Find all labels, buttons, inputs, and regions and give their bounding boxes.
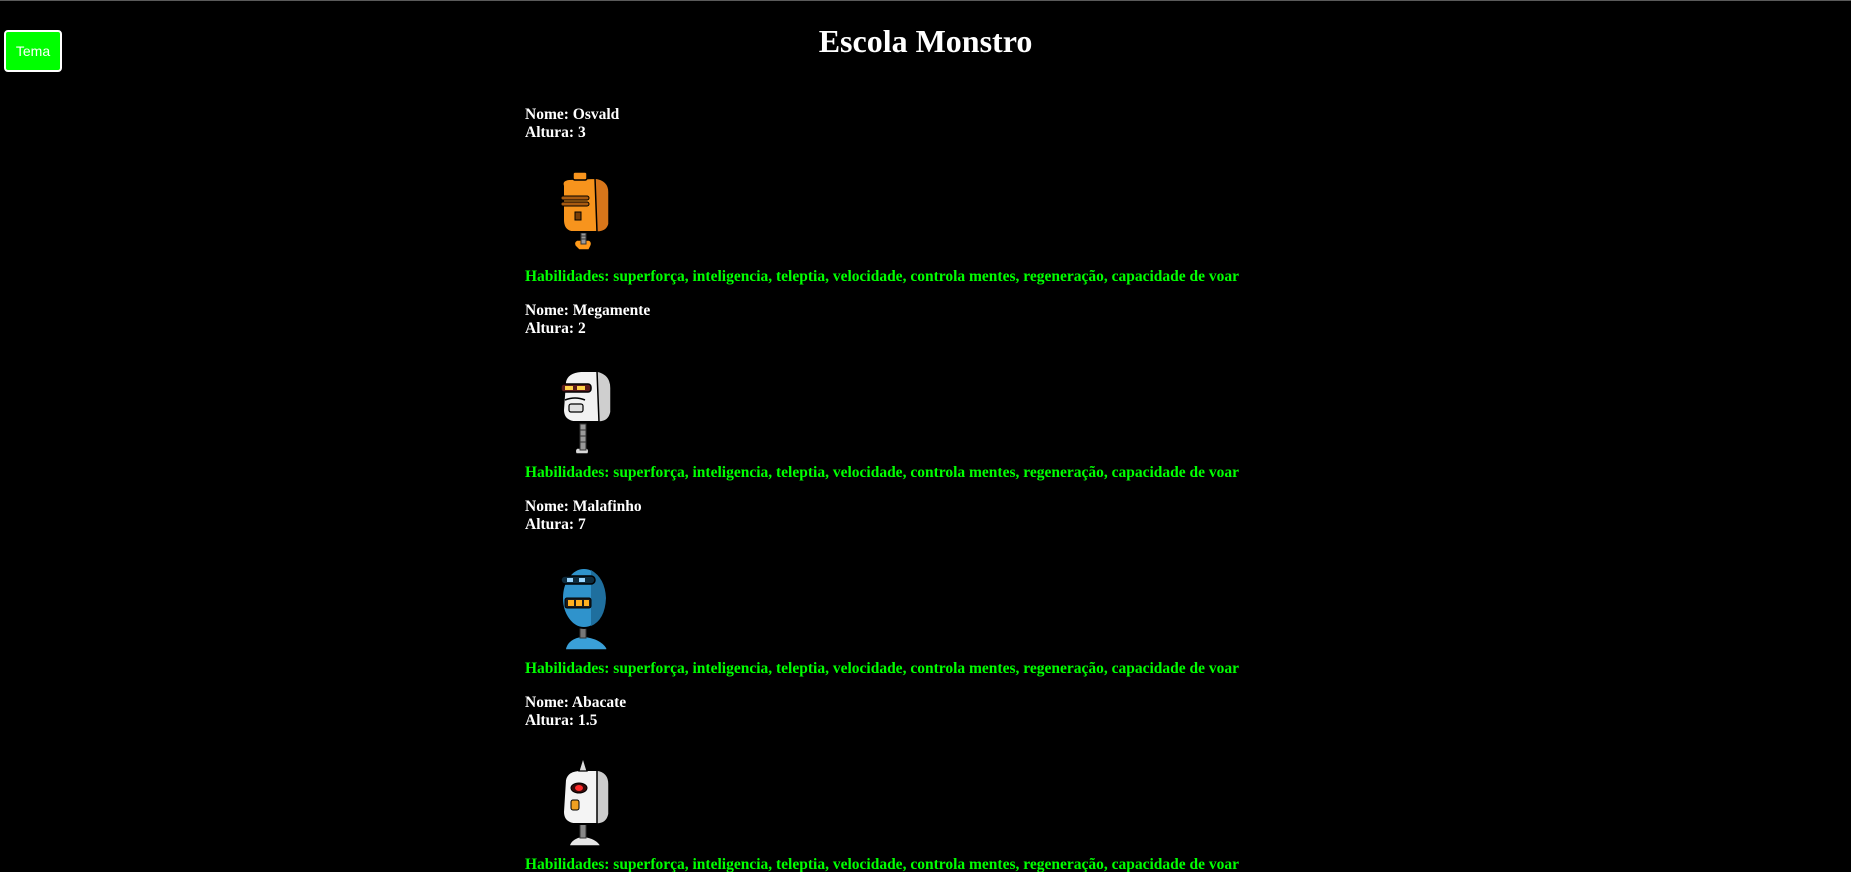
monster-name: Nome: Megamente xyxy=(525,302,651,319)
monster-height: Altura: 2 xyxy=(525,320,586,337)
monster-height: Altura: 1.5 xyxy=(525,712,598,729)
monster-card: Nome: Abacate Altura: 1.5 Habilidades: s… xyxy=(525,694,1425,872)
monster-card: Nome: Osvald Altura: 3 Habilidades: supe… xyxy=(525,106,1425,302)
white-robot-icon xyxy=(560,370,612,455)
monster-height: Altura: 3 xyxy=(525,124,586,141)
monster-list: Nome: Osvald Altura: 3 Habilidades: supe… xyxy=(525,106,1425,872)
monster-name: Nome: Malafinho xyxy=(525,498,642,515)
monster-abilities: Habilidades: superforça, inteligencia, t… xyxy=(525,660,1240,677)
monster-name: Nome: Osvald xyxy=(525,106,620,123)
orange-robot-icon xyxy=(560,171,610,251)
monster-abilities: Habilidades: superforça, inteligencia, t… xyxy=(525,268,1240,285)
horned-robot-icon xyxy=(561,758,610,847)
blue-robot-icon xyxy=(560,567,608,651)
monster-card: Nome: Malafinho Altura: 7 Habilidades: s… xyxy=(525,498,1425,694)
monster-card: Nome: Megamente Altura: 2 Habilidades: s… xyxy=(525,302,1425,498)
monster-name: Nome: Abacate xyxy=(525,694,627,711)
monster-abilities: Habilidades: superforça, inteligencia, t… xyxy=(525,856,1240,872)
monster-height: Altura: 7 xyxy=(525,516,586,533)
top-border xyxy=(0,0,1851,1)
monster-abilities: Habilidades: superforça, inteligencia, t… xyxy=(525,464,1240,481)
page-title: Escola Monstro xyxy=(818,23,1033,59)
